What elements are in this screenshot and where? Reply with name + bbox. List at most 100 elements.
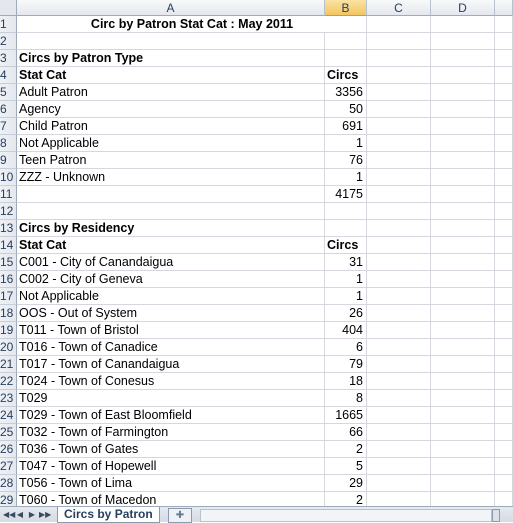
row-number[interactable]: 22 [0,373,17,390]
cell-a[interactable]: Agency [17,101,325,118]
row-number[interactable]: 29 [0,492,17,506]
row-number[interactable]: 10 [0,169,17,186]
select-all-corner[interactable] [0,0,17,16]
prev-sheet-button[interactable]: ◀ [15,509,25,520]
cell-d[interactable] [431,271,495,288]
cell-b[interactable]: 76 [325,152,367,169]
column-header-d[interactable]: D [431,0,495,16]
cell-d[interactable] [431,254,495,271]
cell-d[interactable] [431,169,495,186]
cell-b[interactable]: 79 [325,356,367,373]
cell-d[interactable] [431,339,495,356]
cell-e[interactable] [495,441,513,458]
cell-d[interactable] [431,220,495,237]
cell-c[interactable] [367,424,431,441]
row-number[interactable]: 8 [0,135,17,152]
cell-a[interactable]: T029 - Town of East Bloomfield [17,407,325,424]
cell-a[interactable]: Circ by Patron Stat Cat : May 2011 [17,16,367,33]
cell-a[interactable] [17,203,325,220]
cell-c[interactable] [367,152,431,169]
sheet-tab-circs-by-patron[interactable]: Circs by Patron [57,507,160,523]
cell-b[interactable] [325,33,367,50]
row-number[interactable]: 20 [0,339,17,356]
cell-c[interactable] [367,288,431,305]
cell-e[interactable] [495,50,513,67]
cell-d[interactable] [431,50,495,67]
cell-e[interactable] [495,186,513,203]
cell-e[interactable] [495,492,513,506]
cell-c[interactable] [367,475,431,492]
cell-a[interactable]: T056 - Town of Lima [17,475,325,492]
cell-c[interactable] [367,16,431,33]
row-number[interactable]: 6 [0,101,17,118]
row-number[interactable]: 24 [0,407,17,424]
cell-e[interactable] [495,390,513,407]
cell-b[interactable]: 691 [325,118,367,135]
cell-b[interactable]: Circs [325,237,367,254]
cell-b[interactable]: Circs [325,67,367,84]
cell-e[interactable] [495,33,513,50]
column-header-b[interactable]: B [325,0,367,16]
cell-a[interactable]: Adult Patron [17,84,325,101]
cell-a[interactable]: Not Applicable [17,288,325,305]
row-number[interactable]: 19 [0,322,17,339]
row-number[interactable]: 21 [0,356,17,373]
cell-e[interactable] [495,220,513,237]
cell-b[interactable]: 50 [325,101,367,118]
cell-c[interactable] [367,254,431,271]
cell-d[interactable] [431,101,495,118]
cell-e[interactable] [495,169,513,186]
cell-a[interactable]: T029 [17,390,325,407]
cell-c[interactable] [367,50,431,67]
cell-c[interactable] [367,339,431,356]
row-number[interactable]: 4 [0,67,17,84]
cell-a[interactable]: T016 - Town of Canadice [17,339,325,356]
last-sheet-button[interactable]: ▶▶ [39,509,51,520]
row-number[interactable]: 17 [0,288,17,305]
cell-d[interactable] [431,475,495,492]
cell-d[interactable] [431,424,495,441]
column-header-c[interactable]: C [367,0,431,16]
cell-b[interactable]: 18 [325,373,367,390]
cell-b[interactable]: 31 [325,254,367,271]
cell-c[interactable] [367,373,431,390]
row-number[interactable]: 11 [0,186,17,203]
cell-e[interactable] [495,101,513,118]
cell-a[interactable]: Stat Cat [17,67,325,84]
cell-c[interactable] [367,186,431,203]
cell-a[interactable]: C002 - City of Geneva [17,271,325,288]
cell-c[interactable] [367,458,431,475]
cell-a[interactable] [17,33,325,50]
cell-e[interactable] [495,305,513,322]
cell-a[interactable]: T060 - Town of Macedon [17,492,325,506]
row-number[interactable]: 5 [0,84,17,101]
column-header-a[interactable]: A [17,0,325,16]
cell-e[interactable] [495,84,513,101]
cell-c[interactable] [367,33,431,50]
cell-a[interactable]: Not Applicable [17,135,325,152]
row-number[interactable]: 7 [0,118,17,135]
row-number[interactable]: 18 [0,305,17,322]
cell-b[interactable]: 1 [325,288,367,305]
cell-e[interactable] [495,67,513,84]
cell-a[interactable]: T032 - Town of Farmington [17,424,325,441]
cell-c[interactable] [367,203,431,220]
cell-c[interactable] [367,492,431,506]
cell-c[interactable] [367,407,431,424]
cell-b[interactable]: 3356 [325,84,367,101]
row-number[interactable]: 26 [0,441,17,458]
cell-e[interactable] [495,407,513,424]
cell-a[interactable]: Circs by Residency [17,220,325,237]
cell-a[interactable]: C001 - City of Canandaigua [17,254,325,271]
cell-e[interactable] [495,339,513,356]
cell-c[interactable] [367,390,431,407]
cell-a[interactable]: Stat Cat [17,237,325,254]
cell-e[interactable] [495,322,513,339]
cell-c[interactable] [367,305,431,322]
cell-d[interactable] [431,458,495,475]
cell-a[interactable]: T036 - Town of Gates [17,441,325,458]
cell-e[interactable] [495,118,513,135]
cell-b[interactable]: 1 [325,135,367,152]
cell-b[interactable] [325,50,367,67]
cell-c[interactable] [367,441,431,458]
